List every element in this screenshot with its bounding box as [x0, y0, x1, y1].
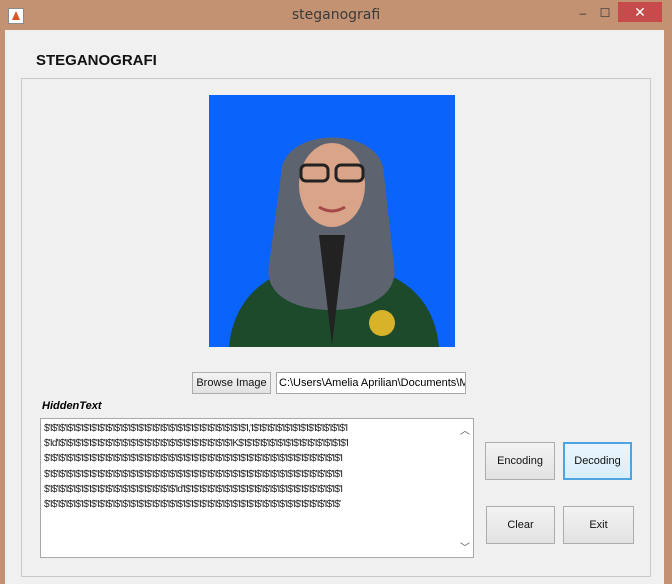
title-bar[interactable]: steganografi ‒ ☐ ✕ — [0, 0, 672, 30]
close-button[interactable]: ✕ — [618, 2, 662, 22]
image-path-field[interactable]: C:\Users\Amelia Aprilian\Documents\MAT — [276, 372, 466, 394]
hidden-text-area[interactable]: $'I$'I$'I$'I$'I$'I$'I$'I$'I$'I$'I$'I$'I$… — [40, 418, 474, 558]
encoding-button[interactable]: Encoding — [485, 442, 555, 480]
browse-image-button[interactable]: Browse Image — [192, 372, 271, 394]
exit-button[interactable]: Exit — [563, 506, 634, 544]
scroll-up-icon[interactable]: ︿ — [460, 422, 470, 437]
window-title: steganografi — [291, 7, 381, 23]
scroll-down-icon[interactable]: ﹀ — [460, 539, 470, 554]
clear-button[interactable]: Clear — [486, 506, 555, 544]
decoding-button[interactable]: Decoding — [563, 442, 632, 480]
vertical-scrollbar[interactable]: ︿ ﹀ — [457, 419, 473, 557]
hidden-text-content[interactable]: $'I$'I$'I$'I$'I$'I$'I$'I$'I$'I$'I$'I$'I$… — [44, 421, 456, 512]
minimize-button[interactable]: ‒ — [576, 6, 590, 22]
image-preview — [209, 95, 455, 347]
maximize-button[interactable]: ☐ — [598, 6, 612, 22]
hidden-text-label: HiddenText — [42, 400, 102, 412]
page-title: STEGANOGRAFI — [36, 52, 157, 69]
